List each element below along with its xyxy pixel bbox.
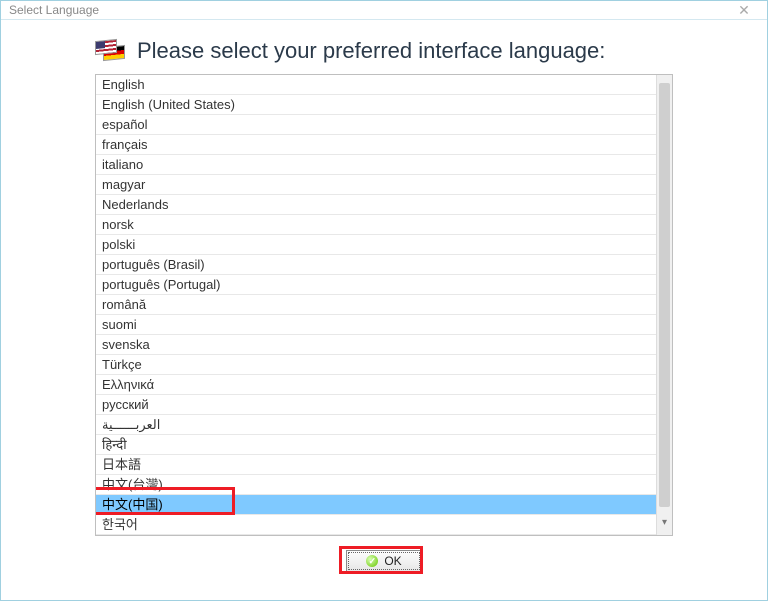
language-item[interactable]: español [96,115,656,135]
language-item[interactable]: norsk [96,215,656,235]
language-item[interactable]: suomi [96,315,656,335]
language-listbox[interactable]: EnglishEnglish (United States)españolfra… [96,75,656,535]
ok-button[interactable]: ✓ OK [346,550,422,572]
window-title: Select Language [9,3,729,17]
language-item[interactable]: हिन्दी [96,435,656,455]
scroll-thumb[interactable] [659,83,670,507]
language-item[interactable]: 中文(中国) [96,495,656,515]
language-item[interactable]: português (Brasil) [96,255,656,275]
language-listbox-container: EnglishEnglish (United States)españolfra… [95,74,673,536]
button-row: ✓ OK [25,550,743,600]
scrollbar[interactable]: ▾ [656,75,672,535]
language-item[interactable]: magyar [96,175,656,195]
ok-button-label: OK [384,554,401,568]
header-row: Please select your preferred interface l… [25,32,743,74]
language-item[interactable]: português (Portugal) [96,275,656,295]
titlebar: Select Language ✕ [1,1,767,20]
language-item[interactable]: English [96,75,656,95]
language-item[interactable]: Ελληνικά [96,375,656,395]
language-item[interactable]: 日本語 [96,455,656,475]
language-item[interactable]: Nederlands [96,195,656,215]
select-language-dialog: Select Language ✕ Please select your pre… [0,0,768,601]
check-icon: ✓ [366,555,378,567]
dialog-content: Please select your preferred interface l… [1,20,767,600]
language-item[interactable]: العربــــــية [96,415,656,435]
language-item[interactable]: svenska [96,335,656,355]
flags-icon [95,40,125,62]
scroll-down-icon[interactable]: ▾ [657,517,672,533]
language-item[interactable]: English (United States) [96,95,656,115]
language-item[interactable]: 中文(台灣) [96,475,656,495]
language-item[interactable]: 한국어 [96,515,656,535]
language-item[interactable]: français [96,135,656,155]
language-item[interactable]: română [96,295,656,315]
language-item[interactable]: polski [96,235,656,255]
language-item[interactable]: Türkçe [96,355,656,375]
close-icon[interactable]: ✕ [729,2,759,19]
language-item[interactable]: italiano [96,155,656,175]
heading-text: Please select your preferred interface l… [137,38,605,64]
language-item[interactable]: русский [96,395,656,415]
